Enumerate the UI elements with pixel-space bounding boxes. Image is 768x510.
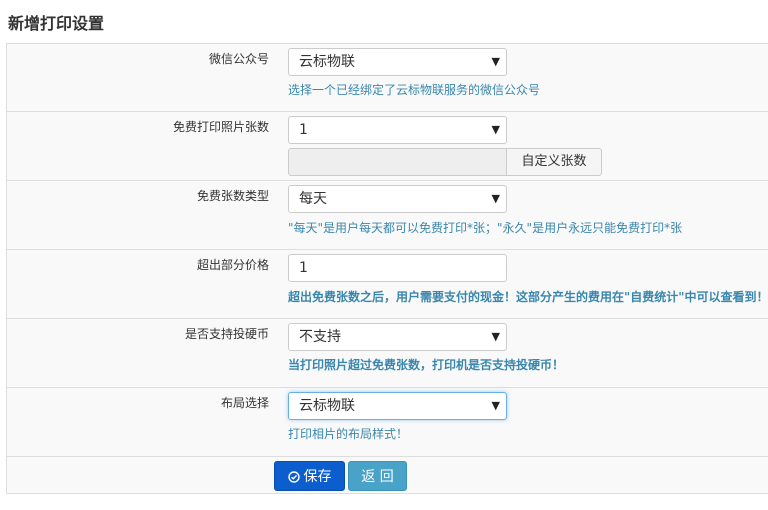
overflow-price-input[interactable]: 1 (288, 254, 507, 282)
layout-select-value: 云标物联 (299, 398, 355, 414)
chevron-down-icon: ▼ (491, 192, 500, 205)
wechat-select[interactable]: 云标物联 ▼ (288, 48, 507, 76)
chevron-down-icon: ▼ (491, 55, 500, 68)
form-row-coin: 是否支持投硬币 不支持 ▼ 当打印照片超过免费张数，打印机是否支持投硬币！ (7, 319, 768, 388)
free-count-label: 免费打印照片张数 (172, 120, 269, 134)
overflow-price-help: 超出免费张数之后，用户需要支付的现金！这部分产生的费用在"自费统计"中可以查看到… (288, 290, 768, 304)
free-type-label: 免费张数类型 (196, 189, 269, 203)
settings-form: 微信公众号 云标物联 ▼ 选择一个已经绑定了云标物联服务的微信公众号 免费打印照… (6, 43, 768, 494)
check-circle-icon (287, 471, 300, 483)
free-count-select[interactable]: 1 ▼ (288, 116, 507, 144)
layout-select[interactable]: 云标物联 ▼ (288, 392, 507, 420)
chevron-down-icon: ▼ (491, 399, 500, 412)
free-count-select-value: 1 (299, 122, 308, 138)
page-title: 新增打印设置 (8, 14, 105, 33)
custom-count-button[interactable]: 自定义张数 (506, 148, 602, 176)
chevron-down-icon: ▼ (491, 123, 500, 136)
wechat-label: 微信公众号 (208, 52, 269, 66)
chevron-down-icon: ▼ (491, 330, 500, 343)
custom-count-input[interactable] (288, 148, 507, 176)
custom-count-group: 自定义张数 (288, 148, 603, 176)
save-button[interactable]: 保存 (274, 461, 345, 491)
free-type-help: "每天"是用户每天都可以免费打印*张；"永久"是用户永远只能免费打印*张 (288, 221, 683, 235)
free-type-select-value: 每天 (299, 191, 327, 207)
save-button-label: 保存 (303, 469, 332, 485)
form-row-free-count: 免费打印照片张数 1 ▼ 自定义张数 (7, 112, 768, 181)
free-type-select[interactable]: 每天 ▼ (288, 185, 507, 213)
overflow-price-label: 超出部分价格 (196, 258, 269, 272)
wechat-help: 选择一个已经绑定了云标物联服务的微信公众号 (288, 83, 541, 97)
coin-label: 是否支持投硬币 (184, 327, 269, 341)
form-row-layout: 布局选择 云标物联 ▼ 打印相片的布局样式！ (7, 388, 768, 457)
wechat-select-value: 云标物联 (299, 54, 355, 70)
layout-label: 布局选择 (220, 396, 269, 410)
coin-select-value: 不支持 (299, 329, 341, 345)
coin-help: 当打印照片超过免费张数，打印机是否支持投硬币！ (288, 358, 565, 372)
coin-select[interactable]: 不支持 ▼ (288, 323, 507, 351)
layout-help: 打印相片的布局样式！ (288, 427, 409, 441)
form-row-free-type: 免费张数类型 每天 ▼ "每天"是用户每天都可以免费打印*张；"永久"是用户永远… (7, 181, 768, 250)
form-row-wechat: 微信公众号 云标物联 ▼ 选择一个已经绑定了云标物联服务的微信公众号 (7, 44, 768, 112)
overflow-price-input-value: 1 (299, 260, 308, 276)
form-row-overflow-price: 超出部分价格 1 超出免费张数之后，用户需要支付的现金！这部分产生的费用在"自费… (7, 250, 768, 319)
back-button[interactable]: 返 回 (348, 461, 407, 491)
